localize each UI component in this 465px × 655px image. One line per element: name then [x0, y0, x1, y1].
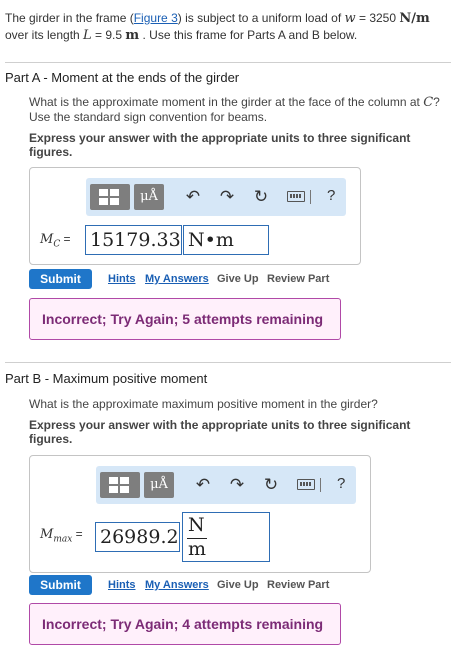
- part-b-unit-input[interactable]: N m: [182, 512, 270, 562]
- part-a-title: Part A - Moment at the ends of the girde…: [5, 70, 240, 85]
- unit-denominator: m: [188, 538, 207, 560]
- divider: [5, 62, 451, 63]
- part-b-variable-label: Mmax =: [40, 527, 83, 545]
- part-a-answer-box: μÅ ↶ ↷ ↻ ? MC = 15179.33 N•m: [29, 167, 361, 265]
- part-a-question: What is the approximate moment in the gi…: [29, 95, 440, 124]
- part-a-variable-label: MC =: [40, 232, 71, 250]
- part-a-instruction: Express your answer with the appropriate…: [29, 131, 411, 159]
- part-b-review-part-link[interactable]: Review Part: [267, 579, 329, 591]
- math-toolbar: μÅ ↶ ↷ ↻ ?: [96, 466, 356, 504]
- part-a-feedback: Incorrect; Try Again; 5 attempts remaini…: [29, 298, 341, 340]
- intro-text: The girder in the frame (: [5, 11, 134, 25]
- toolbar-separator: [320, 478, 321, 492]
- part-b-answer-box: μÅ ↶ ↷ ↻ ? Mmax = 26989.2 N m: [29, 455, 371, 573]
- symbols-button[interactable]: μÅ: [144, 472, 174, 498]
- keyboard-icon[interactable]: [297, 479, 315, 490]
- divider: [5, 362, 451, 363]
- math-toolbar: μÅ ↶ ↷ ↻ ?: [86, 178, 346, 216]
- undo-icon[interactable]: ↶: [192, 474, 214, 496]
- templates-button[interactable]: [90, 184, 130, 210]
- part-a-review-part-link[interactable]: Review Part: [267, 273, 329, 285]
- help-button[interactable]: ?: [327, 187, 335, 204]
- keyboard-icon[interactable]: [287, 191, 305, 202]
- part-b-value-input[interactable]: 26989.2: [95, 522, 180, 552]
- part-a-give-up-link[interactable]: Give Up: [217, 273, 259, 285]
- part-b-question: What is the approximate maximum positive…: [29, 397, 378, 411]
- reset-icon[interactable]: ↻: [260, 474, 282, 496]
- part-b-feedback: Incorrect; Try Again; 4 attempts remaini…: [29, 603, 341, 645]
- part-a-value-input[interactable]: 15179.33: [85, 225, 182, 255]
- part-b-my-answers-link[interactable]: My Answers: [145, 579, 209, 591]
- part-b-title: Part B - Maximum positive moment: [5, 371, 208, 386]
- part-a-unit-input[interactable]: N•m: [183, 225, 269, 255]
- part-a-my-answers-link[interactable]: My Answers: [145, 273, 209, 285]
- part-a-hints-link[interactable]: Hints: [108, 273, 136, 285]
- undo-icon[interactable]: ↶: [182, 186, 204, 208]
- redo-icon[interactable]: ↷: [226, 474, 248, 496]
- symbols-button[interactable]: μÅ: [134, 184, 164, 210]
- part-b-give-up-link[interactable]: Give Up: [217, 579, 259, 591]
- unit-numerator: N: [188, 514, 205, 536]
- toolbar-separator: [310, 190, 311, 204]
- part-a-submit-button[interactable]: Submit: [29, 269, 92, 289]
- reset-icon[interactable]: ↻: [250, 186, 272, 208]
- figure-link[interactable]: Figure 3: [134, 11, 178, 25]
- help-button[interactable]: ?: [337, 475, 345, 492]
- part-b-submit-button[interactable]: Submit: [29, 575, 92, 595]
- problem-intro: The girder in the frame (Figure 3) is su…: [5, 11, 430, 43]
- part-b-hints-link[interactable]: Hints: [108, 579, 136, 591]
- redo-icon[interactable]: ↷: [216, 186, 238, 208]
- part-b-instruction: Express your answer with the appropriate…: [29, 418, 411, 446]
- templates-button[interactable]: [100, 472, 140, 498]
